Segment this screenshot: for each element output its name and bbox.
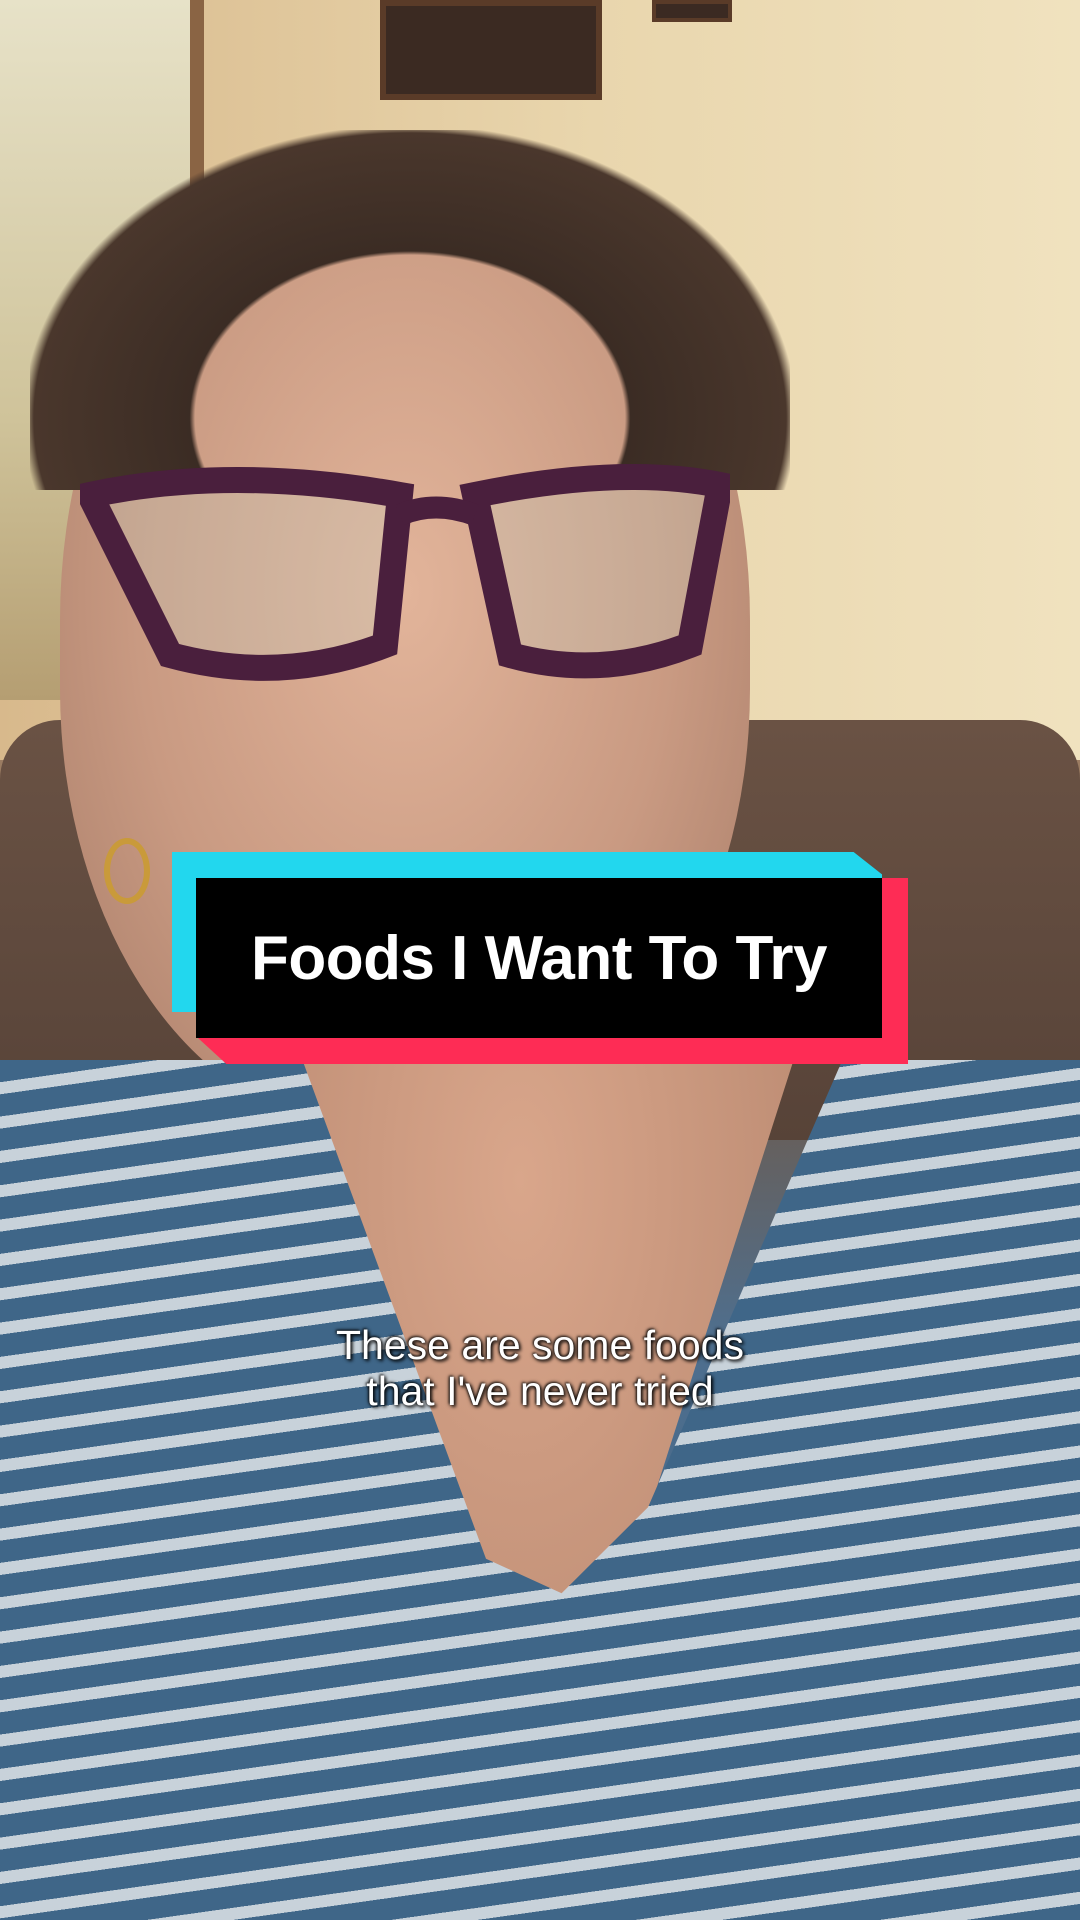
title-text: Foods I Want To Try — [250, 923, 828, 993]
person-hair — [30, 130, 790, 490]
video-frame: Foods I Want To Try These are some foods… — [0, 0, 1080, 1920]
caption-line: These are some foods — [336, 1322, 744, 1368]
earring — [104, 838, 150, 904]
caption-line: that I've never tried — [366, 1368, 714, 1414]
caption-subtitle: These are some foods that I've never tri… — [0, 1322, 1080, 1414]
title-card-body: Foods I Want To Try — [196, 878, 882, 1038]
wall-picture-frame-small — [652, 0, 732, 22]
wall-picture-frame — [380, 0, 602, 100]
glasses-image — [80, 464, 730, 681]
title-card: Foods I Want To Try — [172, 852, 908, 1064]
